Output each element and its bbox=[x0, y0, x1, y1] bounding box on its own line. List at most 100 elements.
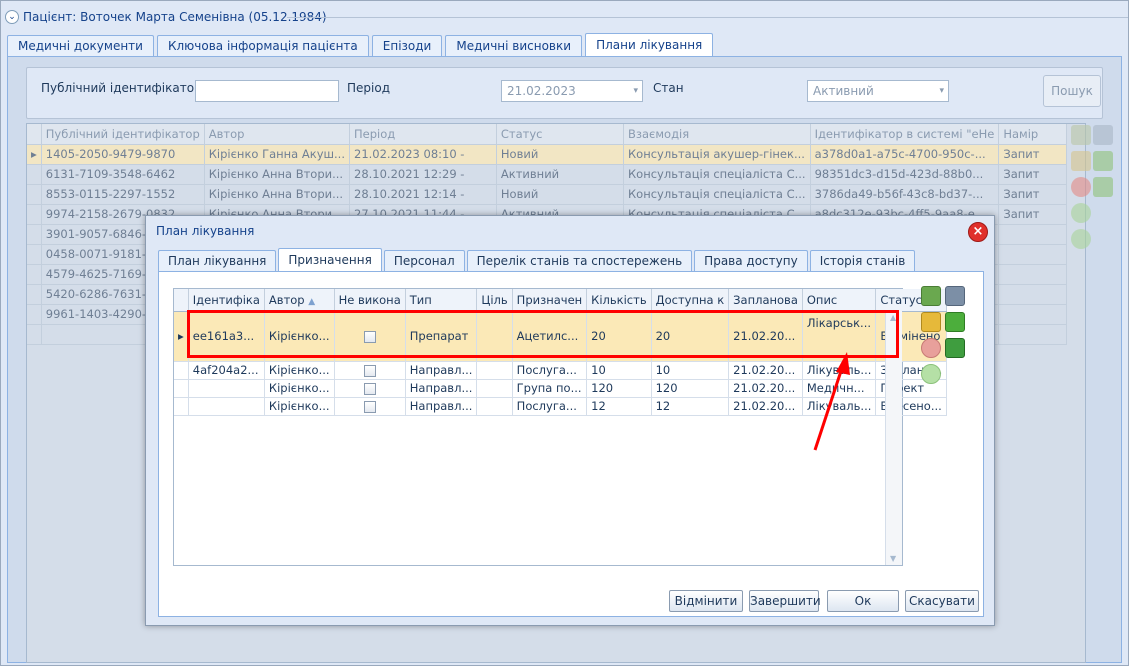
tab-personnel[interactable]: Персонал bbox=[383, 250, 465, 271]
search-button[interactable]: Пошук bbox=[1043, 75, 1101, 107]
chevron-down-icon: ▾ bbox=[633, 86, 638, 96]
col-system-id[interactable]: Ідентифікатор в системі "еНе bbox=[810, 124, 1000, 145]
add-icon[interactable] bbox=[1071, 125, 1091, 145]
status-icon[interactable] bbox=[1071, 229, 1091, 249]
cancel-button[interactable]: Скасувати bbox=[905, 590, 979, 612]
table-row[interactable]: 8553-0115-2297-1552 Кірієнко Анна Втори.… bbox=[27, 184, 1067, 205]
cell: Кірієнко... bbox=[264, 397, 335, 416]
bg-toolbar bbox=[1071, 123, 1113, 249]
tab-key-info[interactable]: Ключова інформація пацієнта bbox=[156, 35, 369, 56]
cell: 8553-0115-2297-1552 bbox=[41, 184, 205, 205]
cell: a378d0a1-a75c-4700-950c-... bbox=[810, 144, 1000, 165]
cell: 120 bbox=[651, 379, 730, 398]
finish-button[interactable]: Завершити bbox=[749, 590, 821, 612]
col-goal[interactable]: Ціль bbox=[476, 289, 513, 312]
col-identifier[interactable]: Ідентифіка bbox=[188, 289, 265, 312]
cell bbox=[188, 379, 265, 398]
delete-icon[interactable] bbox=[1071, 177, 1091, 197]
state-label: Стан bbox=[653, 81, 684, 95]
ok-button[interactable]: Ок bbox=[827, 590, 899, 612]
tools-icon[interactable] bbox=[1093, 125, 1113, 145]
cell: 10 bbox=[651, 361, 730, 380]
cell: Консультація спеціаліста С... bbox=[623, 184, 811, 205]
tab-status-history[interactable]: Історія станів bbox=[809, 250, 916, 271]
cell: 120 bbox=[586, 379, 652, 398]
add-icon[interactable] bbox=[921, 286, 941, 306]
cell: Запит bbox=[998, 164, 1067, 185]
cell: Направл... bbox=[405, 361, 478, 380]
patient-title: Пацієнт: Воточе­к Марта Семенівна (05.12… bbox=[23, 10, 327, 24]
cell: Кірієнко Анна Втори... bbox=[204, 164, 351, 185]
edit-icon[interactable] bbox=[1071, 151, 1091, 171]
cell bbox=[476, 379, 513, 398]
col-status[interactable]: Статус bbox=[496, 124, 625, 145]
cell: 98351dc3-d15d-423d-88b0... bbox=[810, 164, 1000, 185]
status-icon[interactable] bbox=[921, 364, 941, 384]
period-label: Період bbox=[347, 81, 390, 95]
refresh-icon[interactable] bbox=[1093, 151, 1113, 171]
not-done-checkbox[interactable] bbox=[334, 379, 406, 398]
table-row[interactable]: Кірієнко... Направл... Група по... 120 1… bbox=[174, 379, 948, 398]
cell: Направл... bbox=[405, 379, 478, 398]
cell: 6131-7109-3548-6462 bbox=[41, 164, 205, 185]
close-icon[interactable]: × bbox=[968, 222, 988, 242]
status-icon[interactable] bbox=[1071, 203, 1091, 223]
table-row[interactable]: 4af204a2... Кірієнко... Направл... Послу… bbox=[174, 361, 948, 380]
tab-conditions-observations[interactable]: Перелік станів та спостережень bbox=[466, 250, 693, 271]
col-intent[interactable]: Намір bbox=[998, 124, 1067, 145]
col-author[interactable]: Автор ▲ bbox=[264, 289, 335, 312]
col-interaction[interactable]: Взаємодія bbox=[623, 124, 811, 145]
col-quantity[interactable]: Кількість bbox=[586, 289, 652, 312]
dialog-title: План лікування bbox=[156, 224, 255, 238]
cell: Лікуваль... bbox=[802, 397, 877, 416]
cell: Послуга... bbox=[512, 397, 588, 416]
col-not-done[interactable]: Не викона bbox=[334, 289, 406, 312]
export-icon[interactable] bbox=[945, 338, 965, 358]
cell: Лікуваль... bbox=[802, 361, 877, 380]
cell: Новий bbox=[496, 184, 625, 205]
table-row[interactable]: Кірієнко... Направл... Послуга... 12 12 … bbox=[174, 397, 948, 416]
cell: 1405-2050-9479-9870 bbox=[41, 144, 205, 165]
cell: Новий bbox=[496, 144, 625, 165]
tab-episodes[interactable]: Епізоди bbox=[371, 35, 443, 56]
col-author[interactable]: Автор bbox=[204, 124, 351, 145]
public-id-input[interactable] bbox=[195, 80, 339, 102]
tab-prescriptions[interactable]: Призначення bbox=[278, 248, 382, 271]
cell: 12 bbox=[586, 397, 652, 416]
refresh-icon[interactable] bbox=[945, 312, 965, 332]
col-period[interactable]: Період bbox=[349, 124, 497, 145]
col-public-id[interactable]: Публічний ідентифікатор bbox=[41, 124, 205, 145]
not-done-checkbox[interactable] bbox=[334, 361, 406, 380]
collapse-icon[interactable]: ⌄ bbox=[5, 10, 19, 24]
col-type[interactable]: Тип bbox=[405, 289, 478, 312]
tab-treatment-plans[interactable]: Плани лікування bbox=[585, 33, 714, 56]
tab-medical-conclusions[interactable]: Медичні висновки bbox=[445, 35, 583, 56]
cell bbox=[476, 397, 513, 416]
cancel-plan-button[interactable]: Відмінити bbox=[669, 590, 743, 612]
public-id-label: Публічний ідентифікатор bbox=[41, 81, 202, 95]
cell: Медичн... bbox=[802, 379, 877, 398]
col-description[interactable]: Опис bbox=[802, 289, 877, 312]
table-row[interactable]: ▸ 1405-2050-9479-9870 Кірієнко Ганна Аку… bbox=[27, 144, 1067, 165]
tab-medical-documents[interactable]: Медичні документи bbox=[7, 35, 154, 56]
table-row[interactable]: 6131-7109-3548-6462 Кірієнко Анна Втори.… bbox=[27, 164, 1067, 185]
col-prescription[interactable]: Призначен bbox=[512, 289, 588, 312]
not-done-checkbox[interactable] bbox=[334, 397, 406, 416]
tab-treatment-plan[interactable]: План лікування bbox=[158, 250, 277, 271]
export-icon[interactable] bbox=[1093, 177, 1113, 197]
col-planned[interactable]: Запланова bbox=[728, 289, 803, 312]
cell: 12 bbox=[651, 397, 730, 416]
cell: Консультація акушер-гінек... bbox=[623, 144, 811, 165]
period-select[interactable]: 21.02.2023 ▾ bbox=[501, 80, 643, 102]
delete-icon[interactable] bbox=[921, 338, 941, 358]
edit-icon[interactable] bbox=[921, 312, 941, 332]
row-indicator-header bbox=[174, 289, 189, 312]
scroll-down-icon[interactable]: ▼ bbox=[890, 554, 896, 563]
col-available[interactable]: Доступна к bbox=[651, 289, 730, 312]
cell: 21.02.20... bbox=[728, 361, 803, 380]
cell: 21.02.20... bbox=[728, 397, 803, 416]
state-select[interactable]: Активний ▾ bbox=[807, 80, 949, 102]
header-divider bbox=[287, 17, 1128, 18]
tab-access-rights[interactable]: Права доступу bbox=[694, 250, 808, 271]
tools-icon[interactable] bbox=[945, 286, 965, 306]
